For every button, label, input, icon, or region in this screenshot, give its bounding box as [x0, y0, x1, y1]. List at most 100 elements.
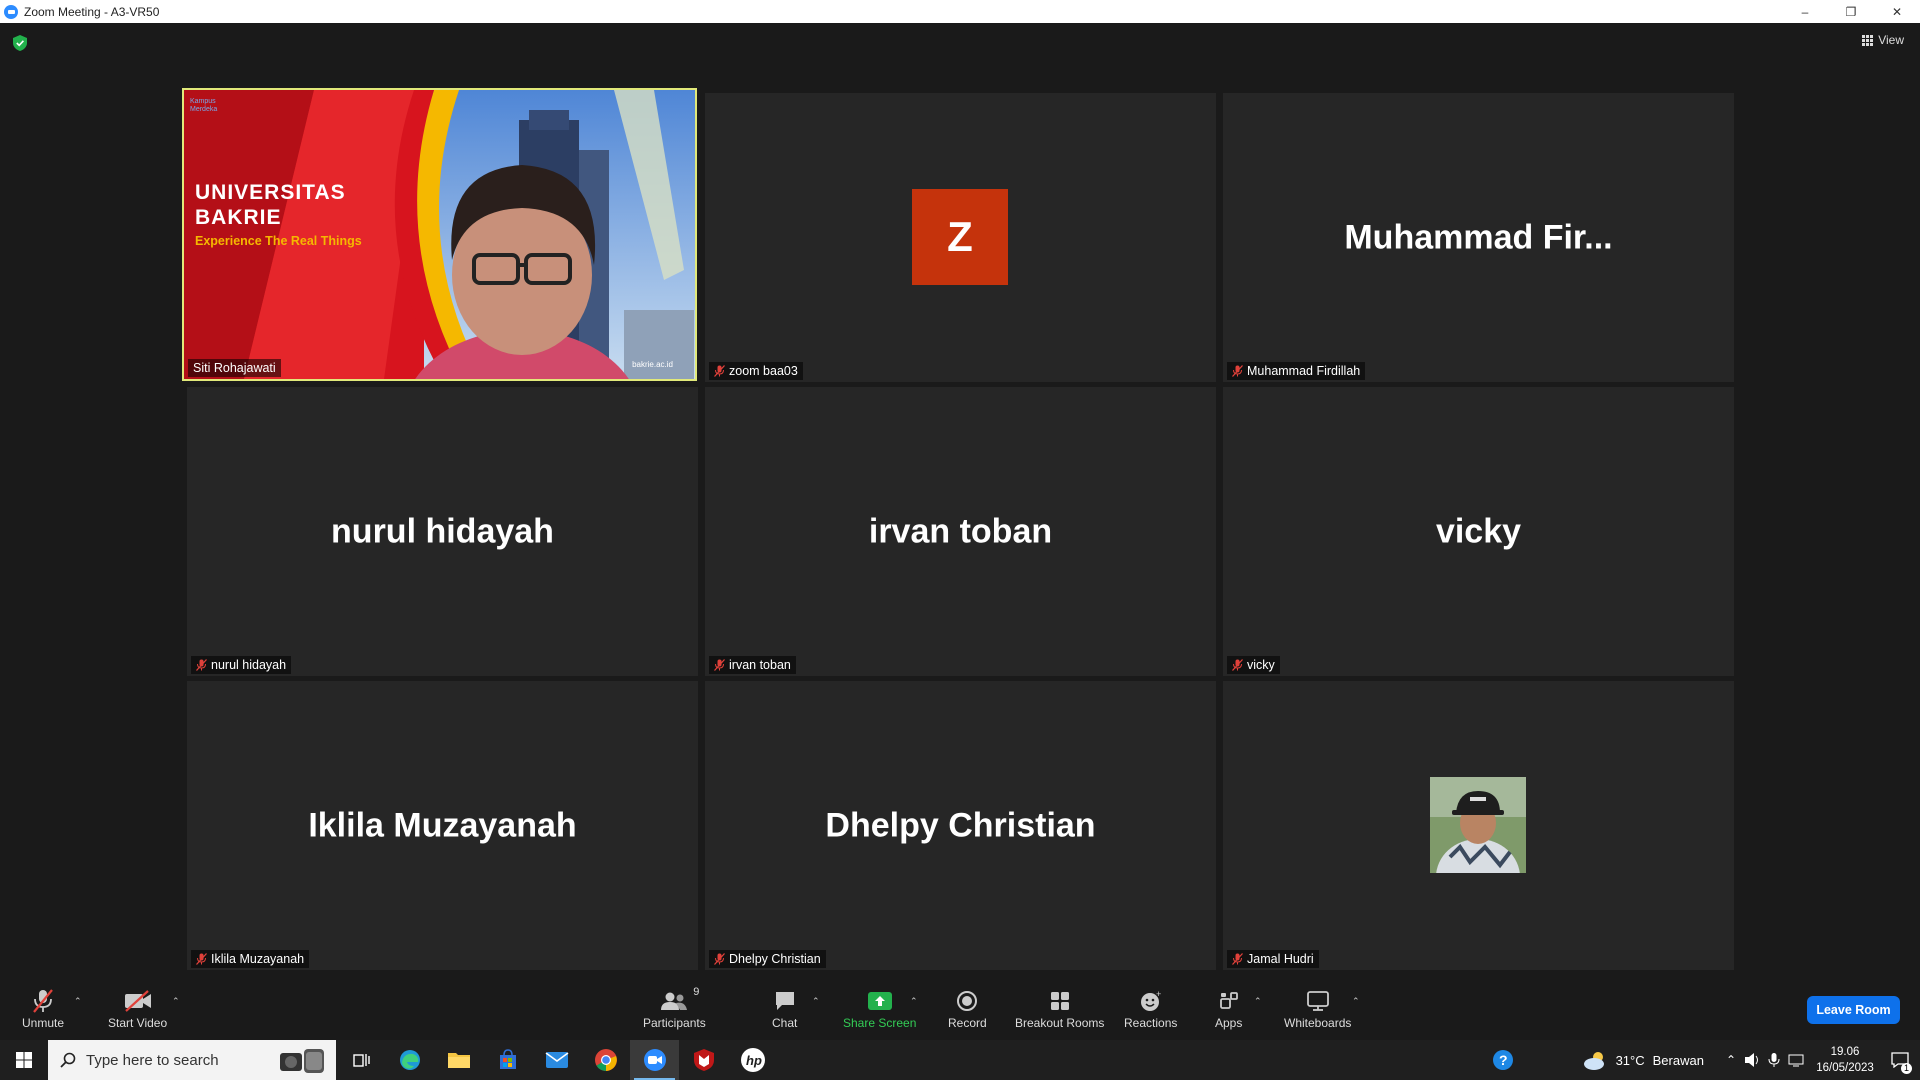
- whiteboards-button[interactable]: Whiteboards: [1284, 988, 1351, 1030]
- speaker-icon[interactable]: [1744, 1052, 1762, 1068]
- zoom-app-icon: [4, 4, 18, 19]
- muted-mic-icon: [196, 953, 207, 965]
- share-screen-icon: [867, 992, 892, 1010]
- kampus-merdeka-logo: Kampus Merdeka: [190, 98, 218, 113]
- audio-options-chevron-icon[interactable]: ⌃: [74, 996, 82, 1007]
- website-watermark: bakrie.ac.id: [632, 360, 673, 369]
- chat-options-chevron-icon[interactable]: ⌃: [812, 996, 820, 1007]
- muted-mic-icon: [196, 659, 207, 671]
- share-options-chevron-icon[interactable]: ⌃: [910, 996, 918, 1007]
- network-icon[interactable]: [1788, 1052, 1806, 1068]
- whiteboard-options-chevron-icon[interactable]: ⌃: [1352, 996, 1360, 1007]
- security-shield-icon[interactable]: [13, 35, 27, 51]
- breakout-rooms-icon: [1050, 992, 1069, 1010]
- participants-label: Participants: [643, 1016, 706, 1030]
- svg-text:?: ?: [1499, 1052, 1508, 1068]
- taskbar-chrome[interactable]: [581, 1040, 630, 1080]
- taskbar-hp[interactable]: hp: [728, 1040, 777, 1080]
- taskbar-clock[interactable]: 19.06 16/05/2023: [1810, 1044, 1880, 1076]
- participant-name-label: Jamal Hudri: [1227, 950, 1319, 968]
- muted-mic-icon: [714, 365, 725, 377]
- apps-label: Apps: [1215, 1016, 1243, 1030]
- zoom-icon: [643, 1049, 666, 1071]
- avatar-photo: [1430, 777, 1526, 873]
- leave-room-button[interactable]: Leave Room: [1807, 996, 1900, 1024]
- start-video-button[interactable]: Start Video: [108, 988, 167, 1030]
- participant-name: vicky: [1247, 658, 1275, 672]
- participant-tile[interactable]: Iklila Muzayanah Iklila Muzayanah: [187, 681, 698, 970]
- clock-date: 16/05/2023: [1816, 1062, 1874, 1074]
- apps-options-chevron-icon[interactable]: ⌃: [1254, 996, 1262, 1007]
- video-off-icon: [124, 990, 151, 1012]
- svg-text:+: +: [1156, 990, 1161, 999]
- participant-tile[interactable]: Muhammad Fir... Muhammad Firdillah: [1223, 93, 1734, 382]
- participant-name: zoom baa03: [729, 364, 798, 378]
- meeting-area: View UNIVERSITAS BAKRIE Experience The R…: [0, 23, 1920, 978]
- unmute-button[interactable]: Unmute: [22, 988, 64, 1030]
- share-screen-label: Share Screen: [843, 1016, 917, 1030]
- show-hidden-icons-chevron-icon[interactable]: ⌃: [1726, 1053, 1736, 1067]
- notification-count: 1: [1901, 1063, 1912, 1074]
- participant-name-label: zoom baa03: [709, 362, 803, 380]
- view-button[interactable]: View: [1862, 33, 1904, 47]
- windows-logo-icon: [16, 1052, 32, 1068]
- store-icon: [499, 1049, 516, 1069]
- search-highlight-icon: [280, 1049, 324, 1073]
- system-tray: ? 31°C Berawan ⌃ 19.06 16/05/2023 1: [1492, 1040, 1920, 1080]
- minimize-button[interactable]: –: [1782, 0, 1828, 23]
- participants-count: 9: [693, 986, 700, 998]
- help-icon[interactable]: ?: [1492, 1049, 1514, 1071]
- participant-name-label: vicky: [1227, 656, 1280, 674]
- video-tile[interactable]: UNIVERSITAS BAKRIE Experience The Real T…: [182, 88, 697, 381]
- participants-button[interactable]: 9 Participants: [643, 986, 706, 1030]
- participant-display-name: irvan toban: [868, 512, 1053, 550]
- record-icon: [957, 991, 978, 1011]
- participant-tile[interactable]: Z zoom baa03: [705, 93, 1216, 382]
- close-button[interactable]: ✕: [1874, 0, 1920, 23]
- microphone-icon[interactable]: [1768, 1052, 1780, 1068]
- notification-center-button[interactable]: 1: [1880, 1040, 1920, 1080]
- participant-name-label: Iklila Muzayanah: [191, 950, 310, 968]
- edge-icon: [399, 1050, 420, 1070]
- restore-button[interactable]: ❐: [1828, 0, 1874, 23]
- participant-name: Siti Rohajawati: [193, 361, 276, 375]
- participant-display-name: nurul hidayah: [331, 512, 554, 550]
- taskbar-store[interactable]: [483, 1040, 532, 1080]
- taskbar-file-explorer[interactable]: [434, 1040, 483, 1080]
- task-view-button[interactable]: [336, 1040, 385, 1080]
- video-options-chevron-icon[interactable]: ⌃: [172, 996, 180, 1007]
- meeting-toolbar: Unmute ⌃ Start Video ⌃ 9 Participants Ch…: [0, 978, 1920, 1040]
- weather-cloud-icon[interactable]: [1582, 1049, 1610, 1071]
- participant-tile[interactable]: irvan toban irvan toban: [705, 387, 1216, 676]
- chrome-icon: [594, 1049, 617, 1071]
- windows-start-button[interactable]: [0, 1040, 48, 1080]
- participant-tile[interactable]: Jamal Hudri: [1223, 681, 1734, 970]
- search-placeholder: Type here to search: [86, 1051, 219, 1069]
- taskbar-mcafee[interactable]: [679, 1040, 728, 1080]
- reactions-button[interactable]: + Reactions: [1124, 988, 1177, 1030]
- record-button[interactable]: Record: [948, 988, 987, 1030]
- apps-button[interactable]: Apps: [1215, 988, 1242, 1030]
- participant-display-name: Dhelpy Christian: [825, 806, 1096, 844]
- record-label: Record: [948, 1016, 987, 1030]
- chat-button[interactable]: Chat: [772, 988, 797, 1030]
- taskbar-zoom[interactable]: [630, 1040, 679, 1080]
- participant-tile[interactable]: Dhelpy Christian Dhelpy Christian: [705, 681, 1216, 970]
- taskbar-mail[interactable]: [532, 1040, 581, 1080]
- participant-tile[interactable]: vicky vicky: [1223, 387, 1734, 676]
- taskbar-search-box[interactable]: Type here to search: [48, 1040, 336, 1080]
- participant-tile[interactable]: nurul hidayah nurul hidayah: [187, 387, 698, 676]
- participant-name: Muhammad Firdillah: [1247, 364, 1361, 378]
- chat-label: Chat: [772, 1016, 798, 1030]
- share-screen-button[interactable]: Share Screen: [843, 988, 916, 1030]
- banner-title: UNIVERSITAS BAKRIE: [195, 180, 346, 230]
- taskbar-edge[interactable]: [385, 1040, 434, 1080]
- participants-icon: [661, 992, 688, 1010]
- breakout-rooms-button[interactable]: Breakout Rooms: [1015, 988, 1104, 1030]
- svg-text:hp: hp: [746, 1053, 762, 1068]
- participant-name-label: Siti Rohajawati: [188, 359, 281, 377]
- banner-tagline: Experience The Real Things: [195, 234, 362, 248]
- weather-temperature[interactable]: 31°C: [1616, 1053, 1645, 1068]
- avatar: Z: [912, 189, 1008, 285]
- weather-condition[interactable]: Berawan: [1653, 1053, 1704, 1068]
